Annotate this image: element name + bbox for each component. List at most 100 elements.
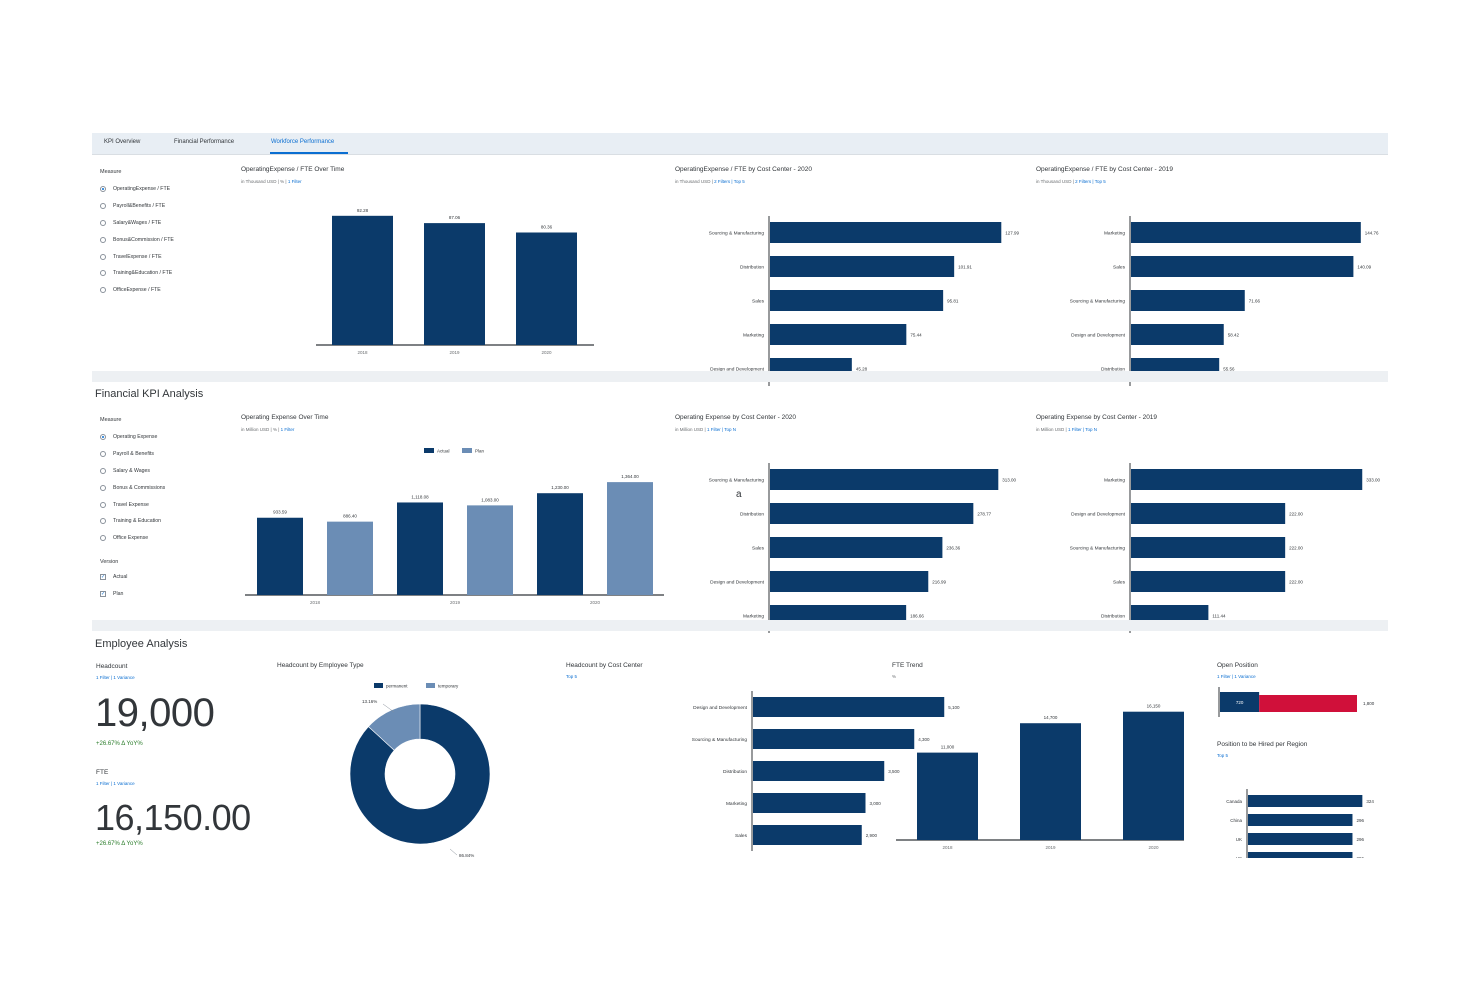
bar-Sourcing & Manufacturing[interactable] [770,222,1002,243]
radio-icon[interactable] [100,219,106,226]
bar-2018[interactable] [332,215,393,345]
radio-icon[interactable] [100,236,106,243]
checkbox-icon[interactable]: ✓ [100,591,106,598]
bar-Canada[interactable] [1248,795,1363,807]
measure-radio-0[interactable]: Operating Expense [100,429,165,446]
bar-Marketing[interactable] [770,324,907,345]
bar-Sales[interactable] [770,537,943,558]
radio-icon[interactable] [100,451,106,458]
headcount-value: 19,000 [95,691,215,735]
bar-Sourcing & Manufacturing[interactable] [1131,290,1245,311]
bar-Actual-2019[interactable] [397,502,443,595]
radio-icon[interactable] [100,535,106,542]
tab-bar: KPI Overview Financial Performance Workf… [92,133,1388,155]
bar-2019[interactable] [1020,723,1081,840]
measure-radio-1[interactable]: Payroll & Benefits [100,446,165,463]
bar-Design and Development[interactable] [1131,324,1224,345]
radio-icon[interactable] [100,270,106,277]
hire-region-top-link[interactable]: Top 5 [1217,753,1228,758]
measure-radio-6[interactable]: Office Expense [100,530,165,547]
radio-icon[interactable] [100,434,106,441]
bar-Plan-2019[interactable] [467,505,513,595]
radio-icon[interactable] [100,186,106,193]
version-checkbox-0[interactable]: ✓ Actual [100,569,127,586]
bar-US[interactable] [1248,852,1353,858]
bar-Plan-2020[interactable] [607,482,653,595]
filter-link[interactable]: 1 Filter | Top N [1068,427,1097,432]
bar-2020[interactable] [516,232,577,345]
bar-Sales[interactable] [1131,256,1354,277]
legend-swatch-Plan [462,448,472,453]
bar-Plan-2018[interactable] [327,521,373,595]
wf-cc2019-title: OperatingExpense / FTE by Cost Center - … [1036,166,1173,173]
data-label: 127.99 [1005,230,1019,235]
bar-Distribution[interactable] [753,761,885,781]
radio-icon[interactable] [100,484,106,491]
measure-radio-2[interactable]: Salary & Wages [100,463,165,480]
bar-Sourcing & Manufacturing[interactable] [770,469,999,490]
unit-text: in Thousand USD | [241,179,279,184]
data-label: 95.81 [947,298,959,303]
bar-Distribution[interactable] [770,256,955,277]
measure-radio-1[interactable]: Payroll&Benefits / FTE [100,198,174,215]
filter-link[interactable]: 2 Filters | Top 5 [714,179,745,184]
tab-financial-performance[interactable]: Financial Performance [174,139,234,145]
measure-radio-3[interactable]: Bonus&Commission / FTE [100,231,174,248]
bar-2018[interactable] [917,752,978,840]
measure-radio-2[interactable]: Salary&Wages / FTE [100,215,174,232]
filter-link[interactable]: 1 Filter | Top N [707,427,736,432]
bar-Design and Development[interactable] [1131,503,1286,524]
bar-2019[interactable] [424,223,485,345]
percent-icon[interactable]: % [280,179,284,184]
measure-radio-5[interactable]: Training & Education [100,513,165,530]
measure-radio-3[interactable]: Bonus & Commissions [100,479,165,496]
bar-Sourcing & Manufacturing[interactable] [753,729,915,749]
filter-link[interactable]: 1 Filter [288,179,302,184]
bar-Actual-2018[interactable] [257,517,303,595]
tab-kpi-overview[interactable]: KPI Overview [104,139,140,145]
checkbox-icon[interactable]: ✓ [100,574,106,581]
bar-Sales[interactable] [753,825,862,845]
bar-China[interactable] [1248,814,1353,826]
bar-Marketing[interactable] [753,793,866,813]
category-label: Marketing [1104,477,1125,483]
bar-2020[interactable] [1123,711,1184,840]
measure-radio-5[interactable]: Training&Education / FTE [100,265,174,282]
bar-Sales[interactable] [770,290,944,311]
bar-UK[interactable] [1248,833,1353,845]
percent-icon[interactable]: % [892,674,896,679]
radio-icon[interactable] [100,287,106,294]
headcount-delta: +26.67% Δ YoY% [96,741,143,747]
filter-link[interactable]: 2 Filters | Top 5 [1075,179,1106,184]
radio-icon[interactable] [100,501,106,508]
bar-Actual-2020[interactable] [537,493,583,595]
by-cc-top-link[interactable]: Top 5 [566,674,577,679]
radio-icon[interactable] [100,467,106,474]
bar-Marketing[interactable] [1131,222,1361,243]
option-label: Office Expense [113,535,149,542]
version-checkbox-1[interactable]: ✓ Plan [100,586,127,603]
data-label: 71.66 [1249,298,1261,303]
measure-radio-4[interactable]: Travel Expense [100,496,165,513]
tab-workforce-performance[interactable]: Workforce Performance [271,139,334,145]
open-position-links[interactable]: 1 Filter | 1 Variance [1217,674,1256,679]
percent-icon[interactable]: % [273,427,277,432]
radio-icon[interactable] [100,518,106,525]
bar-Sales[interactable] [1131,571,1286,592]
employee-card: Headcount 1 Filter | 1 Variance 19,000 +… [92,657,1388,858]
bar-Design and Development[interactable] [770,571,929,592]
data-label: 11,000 [941,745,955,750]
data-label: 933.59 [273,510,287,515]
radio-icon[interactable] [100,253,106,260]
measure-radio-6[interactable]: OfficeExpense / FTE [100,282,174,299]
radio-icon[interactable] [100,203,106,210]
fte-links[interactable]: 1 Filter | 1 Variance [96,781,135,786]
filter-link[interactable]: 1 Filter [281,427,295,432]
bar-open[interactable] [1259,695,1357,712]
measure-radio-4[interactable]: TravelExpense / FTE [100,248,174,265]
bar-Distribution[interactable] [770,503,974,524]
bar-Sourcing & Manufacturing[interactable] [1131,537,1286,558]
measure-radio-0[interactable]: OperatingExpense / FTE [100,181,174,198]
bar-Marketing[interactable] [1131,469,1363,490]
headcount-links[interactable]: 1 Filter | 1 Variance [96,675,135,680]
